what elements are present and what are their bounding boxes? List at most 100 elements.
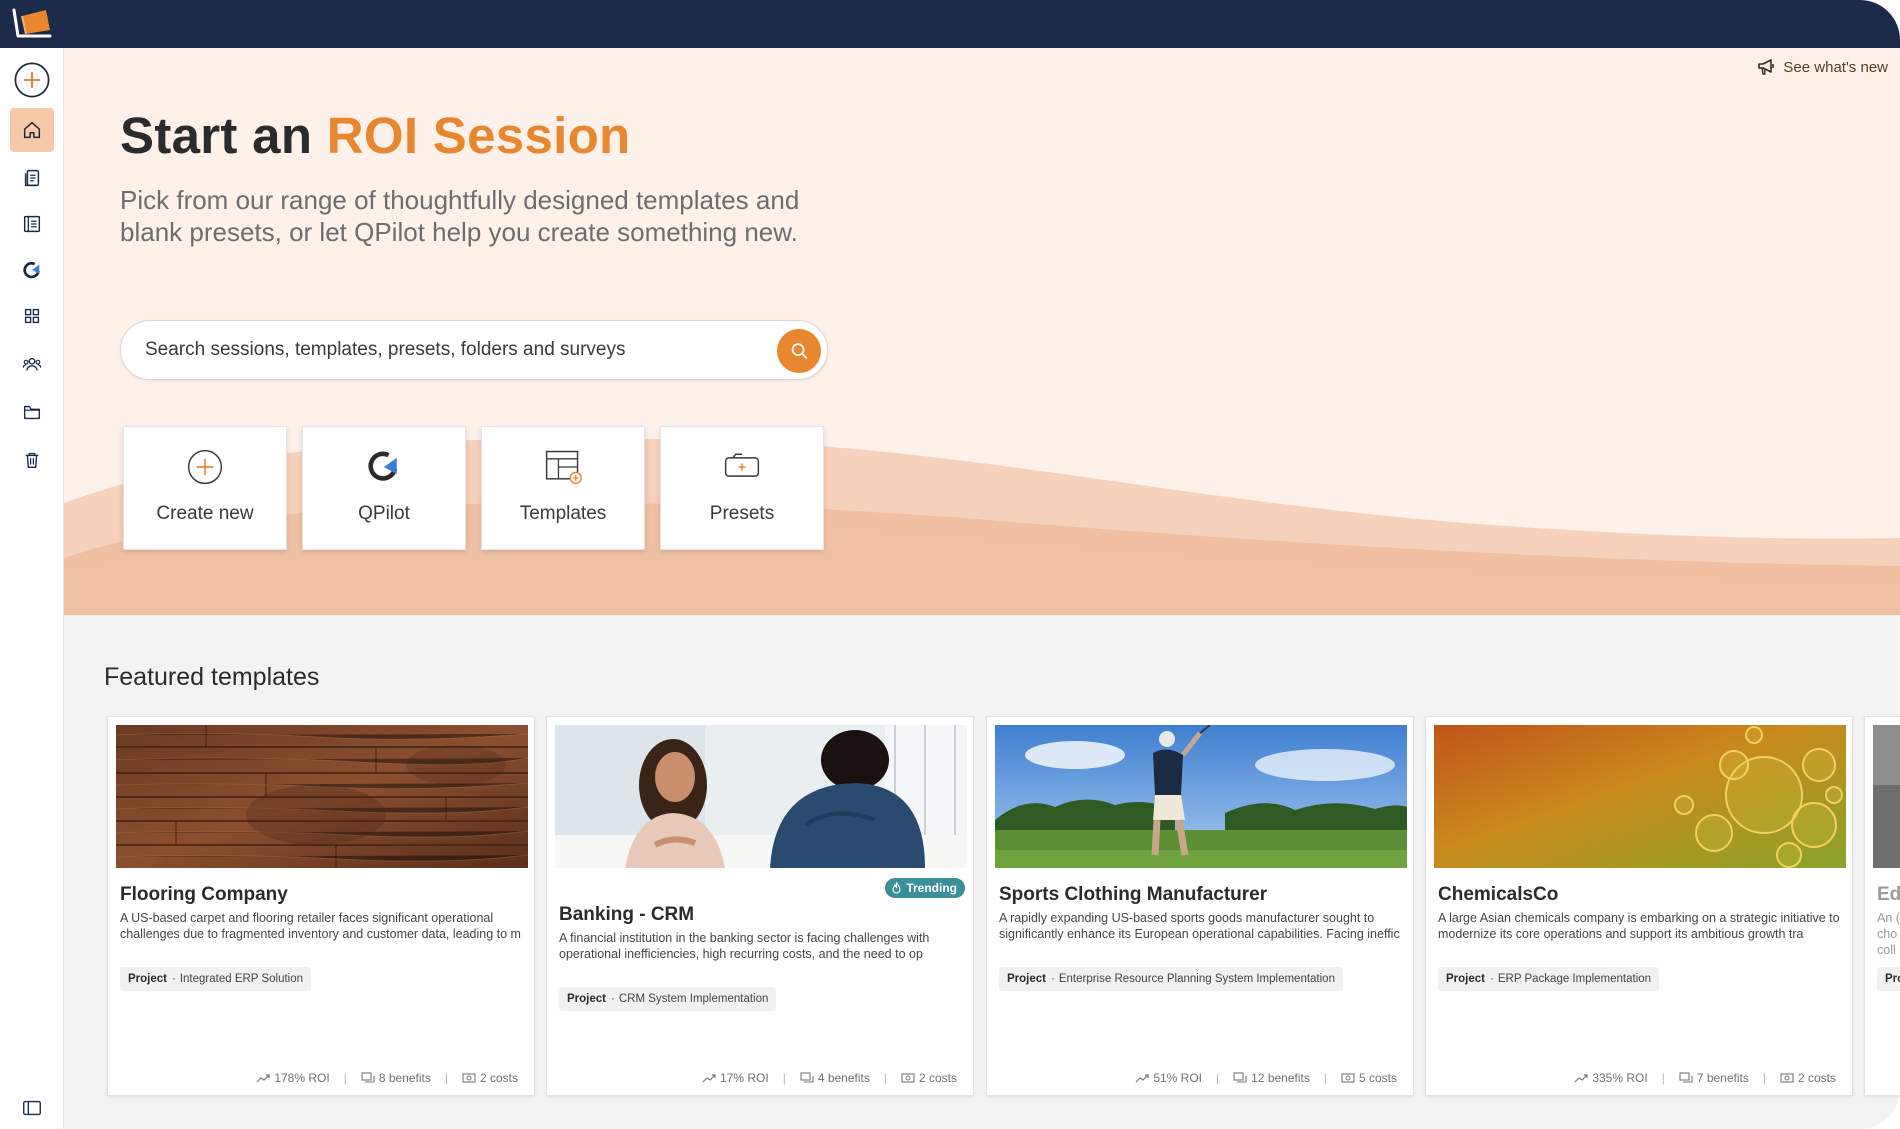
costs-icon [1341,1073,1355,1083]
sidebar-item-sessions[interactable] [10,156,54,200]
card-tag: Project · CRM System Implementation [559,987,777,1011]
plus-circle-icon [14,62,50,98]
search-icon [791,343,808,359]
page-title: Start an ROI Session [120,106,631,165]
qpilot-button[interactable]: QPilot [302,426,466,550]
roi-value: 17% ROI [720,1071,769,1085]
card-tag: Pro [1877,967,1900,991]
presets-icon [720,445,764,489]
list-icon [23,215,41,233]
card-stats: 51% ROI | 12 benefits | 5 costs [1135,1071,1397,1085]
sidebar-toggle-button[interactable] [10,1086,54,1129]
benefits-count: 12 benefits [1251,1071,1310,1085]
sidebar-item-templates[interactable] [10,202,54,246]
roi-value: 335% ROI [1592,1071,1648,1085]
template-card-partial[interactable]: Ed An ( cho coll Pro [1864,716,1900,1096]
users-icon [22,357,42,371]
megaphone-icon [1758,59,1775,75]
trend-up-icon [1574,1074,1588,1083]
card-stats: 335% ROI | 7 benefits | 2 costs [1574,1071,1836,1085]
featured-templates-title: Featured templates [104,663,320,691]
template-card-sports[interactable]: Sports Clothing Manufacturer A rapidly e… [986,716,1414,1096]
tag-type: Project [1007,973,1046,985]
tag-type: Pro [1885,973,1900,985]
page-subtitle: Pick from our range of thoughtfully desi… [120,185,800,247]
panel-toggle-icon [23,1100,41,1116]
templates-icon [541,445,585,489]
top-bar [0,0,1900,48]
card-tag: Project · Enterprise Resource Planning Sys… [999,967,1343,991]
card-tag: Project · Integrated ERP Solution [120,967,312,991]
card-tag: Project · ERP Package Implementation [1438,967,1660,991]
sidebar-item-users[interactable] [10,342,54,386]
sidebar [0,48,64,1129]
create-new-button[interactable]: Create new [123,426,287,550]
card-image-bubbles [1434,725,1846,868]
sidebar-item-trash[interactable] [10,438,54,482]
card-title: Sports Clothing Manufacturer [999,884,1268,905]
tag-type: Project [128,973,167,985]
trending-badge: Trending [885,878,965,898]
trend-up-icon [256,1074,270,1083]
presets-label: Presets [709,503,775,524]
card-title: Ed [1877,884,1900,905]
qpilot-label: QPilot [358,503,410,524]
card-image-wood [116,725,528,868]
card-description: A rapidly expanding US-based sports good… [999,911,1400,941]
create-new-label: Create new [156,503,254,524]
card-title: Banking - CRM [559,904,695,925]
card-description: A financial institution in the banking s… [559,931,930,961]
card-description: An ( cho coll [1877,911,1900,957]
costs-count: 2 costs [918,1071,957,1085]
card-description: A US-based carpet and flooring retailer … [120,911,521,941]
search-input[interactable]: Search sessions, templates, presets, fol… [145,339,626,361]
benefits-count: 4 benefits [817,1071,870,1085]
card-image-partial [1873,725,1900,868]
hero-section: See what's new Start an ROI Session Pick… [64,48,1900,615]
sidebar-item-create[interactable] [10,58,54,102]
costs-count: 5 costs [1358,1071,1397,1085]
sidebar-item-home[interactable] [10,108,54,152]
costs-count: 2 costs [1797,1071,1836,1085]
sidebar-item-qpilot[interactable] [10,248,54,292]
roi-value: 178% ROI [274,1071,330,1085]
whats-new-label: See what's new [1783,58,1888,76]
app-logo[interactable] [10,6,54,42]
presets-button[interactable]: Presets [660,426,824,550]
benefits-icon [1679,1072,1693,1083]
tag-value: Integrated ERP Solution [179,973,304,985]
template-card-flooring[interactable]: Flooring Company A US-based carpet and f… [107,716,535,1096]
benefits-count: 7 benefits [1696,1071,1749,1085]
benefits-icon [361,1072,375,1083]
template-card-chemicals[interactable]: ChemicalsCo A large Asian chemicals comp… [1425,716,1853,1096]
page-title-accent: ROI Session [326,107,631,164]
search-button[interactable] [777,329,821,373]
template-card-banking[interactable]: Trending Banking - CRM A financial insti… [546,716,974,1096]
whats-new-link[interactable]: See what's new [1757,58,1888,76]
folder-icon [23,405,41,420]
page-title-prefix: Start an [120,107,313,164]
trending-label: Trending [906,881,957,895]
roi-value: 51% ROI [1153,1071,1203,1085]
card-description: A large Asian chemicals company is embar… [1438,911,1840,941]
grid-icon [24,308,40,324]
costs-icon [462,1073,476,1083]
sidebar-item-dashboard[interactable] [10,294,54,338]
tag-type: Project [1446,973,1485,985]
card-image-golfer [995,725,1407,868]
search-bar[interactable]: Search sessions, templates, presets, fol… [120,320,828,380]
qpilot-icon [362,445,406,489]
benefits-icon [800,1072,814,1083]
templates-button[interactable]: Templates [481,426,645,550]
tag-value: CRM System Implementation [618,993,769,1005]
costs-icon [1780,1073,1794,1083]
documents-icon [24,169,40,187]
sidebar-item-folders[interactable] [10,390,54,434]
main-content: See what's new Start an ROI Session Pick… [64,48,1900,1129]
home-icon [23,121,41,139]
trend-up-icon [702,1074,716,1083]
card-title: ChemicalsCo [1438,884,1559,905]
tag-value: ERP Package Implementation [1497,973,1652,985]
benefits-icon [1233,1072,1247,1083]
app-window: See what's new Start an ROI Session Pick… [0,0,1900,1129]
